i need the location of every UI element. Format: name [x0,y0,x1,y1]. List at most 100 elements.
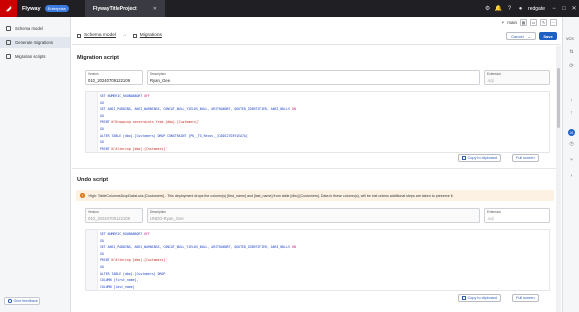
code-lines: SET NUMERIC_ROUNDABORT OFF GO SET ANSI_PAD… [100,93,296,152]
folder-icon[interactable]: ▭ [530,19,537,26]
settings-icon[interactable]: ⚙ [482,0,493,17]
generate-migrations-icon [6,40,11,45]
code-token: ON [291,107,296,112]
user-icon[interactable]: ● [515,0,526,17]
migration-scripts-icon [6,54,11,59]
description-value: Ryan_Gee [150,78,171,83]
migrations-icon [132,33,137,38]
help-icon[interactable]: ? [504,0,515,17]
give-feedback-button[interactable]: Give feedback [4,297,40,305]
undo-copy-to-clipboard-button[interactable]: Copy to clipboard [458,294,502,302]
code-token: OFF [144,232,150,236]
full-screen-label: Full screen [516,156,535,160]
code-line: PRINT N'Dropping constraints from [dbo].… [100,119,296,126]
push-icon[interactable]: ↑ [567,110,576,116]
pull-icon[interactable]: ↓ [567,97,576,103]
undo-code-editor[interactable]: SET NUMERIC_ROUNDABORT OFF GO SET ANSI_PAD… [85,229,550,291]
code-token: PRINT [100,146,112,151]
sidebar-item-generate-migrations[interactable]: Generate migrations [0,37,70,48]
code-token: GO [100,251,104,256]
minimize-icon[interactable]: − [549,6,559,12]
content-scrollbar[interactable] [556,46,561,312]
scrollbar-thumb[interactable] [557,68,560,128]
extension-label: Extension [487,210,501,214]
copy-label: Copy to clipboard [467,156,498,160]
breadcrumb-schema-model[interactable]: Schema model [84,33,116,38]
project-tab[interactable]: FlywayTitleProject ✕ [84,0,165,17]
version-field[interactable]: Version 010_20240709122109 [85,70,143,85]
close-tab-icon[interactable]: ✕ [153,6,157,12]
migration-code-editor[interactable]: SET NUMERIC_ROUNDABORT OFF GO SET ANSI_PAD… [85,91,550,153]
version-label: Version [88,72,99,76]
breadcrumb-migrations[interactable]: Migrations [140,33,162,38]
code-line: GO [100,238,296,245]
code-token: GO [100,264,104,269]
titlebar-actions: ⚙ 🔔 ? ● redgate − □ ✕ [482,0,579,17]
code-token: SET NUMERIC_ROUNDABORT [100,94,145,98]
extension-label: Extension [487,72,501,76]
sidebar-item-schema-model[interactable]: Schema model [0,23,70,34]
sidebar-item-label: Migration scripts [15,54,46,59]
copy-icon [462,296,466,300]
changes-count-badge[interactable]: 26 [568,129,575,136]
branch-name[interactable]: main [507,20,517,25]
copy-to-clipboard-button[interactable]: Copy to clipboard [458,154,502,162]
save-button[interactable]: Save [539,32,557,40]
branch-icon[interactable]: ⑂ [567,157,576,163]
description-field[interactable]: Description Ryan_Gee [147,70,480,85]
give-feedback-label: Give feedback [13,299,38,303]
title-bar: Flyway Enterprise FlywayTitleProject ✕ ⚙… [0,0,579,17]
code-line: GO [100,290,296,291]
code-token: N'Altering [dbo].[Customers]' [111,258,168,263]
project-tab-label: FlywayTitleProject [92,5,137,12]
sidebar-item-label: Generate migrations [15,40,53,45]
close-window-icon[interactable]: ✕ [569,5,579,12]
code-token: SET NUMERIC_ROUNDABORT [100,232,145,236]
version-label: Version [88,210,99,214]
dashboard-icon[interactable]: ▦ [520,19,527,26]
version-value: 010_20240709122109 [88,78,130,83]
more-icon[interactable]: ⋯ [550,19,557,26]
code-line: ALTER TABLE [dbo].[Customers] DROP CONST… [100,133,296,140]
notifications-icon[interactable]: 🔔 [493,0,504,17]
code-line: GO [100,139,296,146]
edit-icon[interactable]: ✎ [540,19,547,26]
copy-label: Copy to clipboard [467,296,498,300]
undo-extension-field[interactable]: Extension .sql [484,208,550,223]
commit-icon[interactable]: ⇅ [567,49,576,55]
vcs-label[interactable]: VCS [566,37,574,41]
sidebar-item-migration-scripts[interactable]: Migration scripts [0,51,70,62]
code-line: GO [100,251,296,258]
data-loss-warning: ! High: TableColumnsDropDataLoss [Custom… [76,190,554,201]
undo-version-field: Version 010_20240709122109 [85,208,143,223]
branch-bar: ⑂ main ▦ ▭ ✎ ⋯ [502,19,557,26]
section-divider [72,168,556,169]
code-line: SET ANSI_PADDING, ANSI_WARNINGS, CONCAT_… [100,244,296,251]
schema-model-icon [77,33,81,38]
expand-icon[interactable]: › [567,173,576,179]
code-token: COLUMN [last_name] [100,284,135,289]
extension-value: .sql [487,216,494,221]
maximize-icon[interactable]: □ [559,6,569,12]
code-line: COLUMN [first_name], [100,277,296,284]
undo-full-screen-button[interactable]: Full screen [512,294,539,302]
app-name: Flyway [22,5,41,12]
cancel-label: Cancel [511,33,524,39]
version-value: 010_20240709122109 [88,216,130,221]
cancel-button[interactable]: Cancel ⌄ [506,32,536,40]
full-screen-button[interactable]: Full screen [512,154,539,162]
code-token: ON [291,245,296,250]
flyway-logo-icon [0,0,17,17]
user-name[interactable]: redgate [528,6,545,12]
code-token: PRINT [100,120,112,125]
code-line: PRINT N'Altering [dbo].[Customers]' [100,146,296,152]
history-icon[interactable]: ◷ [567,141,576,147]
sync-icon[interactable]: ⟳ [567,63,576,69]
code-line: SET NUMERIC_ROUNDABORT OFF [100,93,296,100]
code-line: GO [100,100,296,107]
breadcrumb: Schema model → Migrations [77,33,162,38]
migration-fields: Version 010_20240709122109 Description R… [85,70,550,85]
chevron-down-icon: ⌄ [527,33,531,39]
main-content: Migration script Version 010_20240709122… [72,46,561,312]
sidebar: Schema model Generate migrations Migrati… [0,17,71,312]
